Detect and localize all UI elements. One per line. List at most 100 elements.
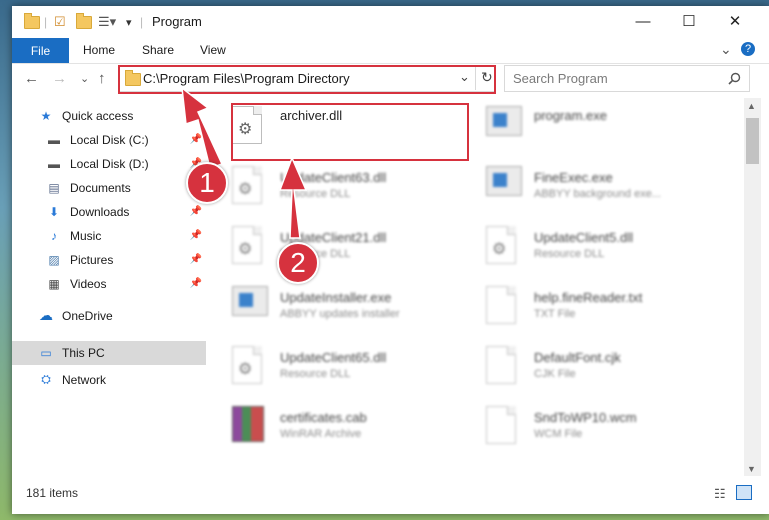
new-folder-icon[interactable] [76, 12, 92, 31]
dll-file-icon: ⚙ [232, 346, 264, 384]
sidebar-item-music[interactable]: ♪ Music 📌 [12, 224, 206, 247]
file-item[interactable]: ⚙ UpdateClient5.dll Resource DLL [466, 218, 706, 274]
star-icon: ★ [40, 108, 52, 123]
pin-icon[interactable]: 📌 [190, 278, 202, 289]
sidebar-item-videos[interactable]: ▦ Videos 📌 [12, 272, 206, 295]
exe-file-icon [486, 106, 522, 144]
forward-button[interactable]: → [52, 70, 67, 87]
network-icon: ⛭ [41, 372, 51, 386]
maximize-button[interactable]: ☐ [666, 6, 712, 36]
dll-file-icon: ⚙ [232, 166, 264, 204]
sidebar-item-label: Pictures [70, 252, 114, 267]
large-icons-view-icon[interactable] [736, 485, 752, 500]
videos-icon: ▦ [48, 276, 60, 291]
computer-icon: ▭ [40, 346, 52, 360]
tab-share[interactable]: Share [142, 43, 174, 57]
sidebar-item-label: OneDrive [62, 308, 113, 323]
vertical-scrollbar[interactable]: ▲ ▼ [744, 98, 761, 476]
sidebar-item-downloads[interactable]: ⬇ Downloads 📌 [12, 200, 206, 223]
file-name: UpdateClient5.dll [534, 230, 634, 245]
properties-icon[interactable]: ☑ [54, 13, 66, 31]
sidebar-item-label: Network [62, 372, 107, 387]
file-type: Resource DLL [280, 188, 351, 200]
file-type: WCM File [534, 428, 583, 440]
exe-file-icon [232, 286, 268, 324]
file-item[interactable]: help.fineReader.txt TXT File [466, 278, 706, 334]
pin-icon[interactable]: 📌 [190, 230, 202, 241]
file-item[interactable]: ⚙ UpdateClient65.dll Resource DLL [212, 338, 452, 394]
minimize-button[interactable]: — [620, 6, 666, 36]
sidebar-item-local-disk-c[interactable]: ▬ Local Disk (C:) 📌 [12, 128, 206, 151]
file-item[interactable]: UpdateInstaller.exe ABBYY updates instal… [212, 278, 452, 334]
generic-file-icon [486, 406, 518, 444]
file-item[interactable]: ⚙ UpdateClient63.dll Resource DLL [212, 158, 452, 214]
file-type: WinRAR Archive [280, 428, 362, 440]
sidebar-item-pictures[interactable]: ▨ Pictures 📌 [12, 248, 206, 271]
navigation-pane: ★ Quick access ▬ Local Disk (C:) 📌 ▬ Loc… [12, 98, 206, 478]
tab-file[interactable]: File [12, 38, 69, 63]
file-type: ABBYY background exe... [534, 188, 661, 200]
pin-icon[interactable]: 📌 [190, 206, 202, 217]
search-input[interactable]: Search Program [513, 71, 608, 86]
documents-icon: ▤ [48, 180, 60, 195]
file-item-program-exe[interactable]: program.exe [466, 98, 706, 154]
drive-icon: ▬ [48, 132, 60, 147]
scroll-up-icon[interactable]: ▲ [747, 101, 756, 111]
sidebar-item-label: Videos [70, 276, 107, 291]
file-type: ABBYY updates installer [280, 308, 400, 320]
sidebar-item-onedrive[interactable]: ☁ OneDrive [12, 304, 206, 327]
search-icon[interactable] [728, 72, 741, 85]
file-name: UpdateClient63.dll [280, 170, 387, 185]
back-button[interactable]: ← [24, 70, 39, 87]
up-button[interactable]: ↑ [98, 70, 106, 87]
sidebar-item-quick-access[interactable]: ★ Quick access [12, 104, 206, 127]
sidebar-item-local-disk-d[interactable]: ▬ Local Disk (D:) 📌 [12, 152, 206, 175]
customize-toolbar-icon[interactable]: ▾ [126, 13, 132, 31]
view-options-icon[interactable]: ☰▾ [98, 13, 116, 31]
address-highlight-box [118, 65, 496, 94]
download-icon: ⬇ [48, 204, 60, 219]
scroll-down-icon[interactable]: ▼ [747, 464, 756, 474]
file-name: program.exe [534, 108, 607, 123]
scrollbar-thumb[interactable] [746, 118, 759, 164]
step-badge-2: 2 [277, 242, 319, 284]
tab-view[interactable]: View [200, 43, 226, 57]
sidebar-item-network[interactable]: ⛭ Network [12, 368, 206, 391]
recent-locations-button[interactable]: ⌄ [80, 72, 89, 85]
generic-file-icon [486, 346, 518, 384]
cloud-icon: ☁ [39, 307, 53, 323]
file-item[interactable]: DefaultFont.cjk CJK File [466, 338, 706, 394]
file-item[interactable]: ⚙ UpdateClient21.dll Resource DLL [212, 218, 452, 274]
text-file-icon [486, 286, 518, 324]
sidebar-item-label: Music [70, 228, 102, 243]
status-bar: 181 items ☷ [12, 482, 769, 508]
help-icon[interactable]: ? [741, 42, 755, 56]
file-item[interactable]: certificates.cab WinRAR Archive [212, 398, 452, 454]
window-title: Program [152, 14, 202, 29]
sidebar-item-label: Local Disk (D:) [70, 156, 149, 171]
expand-ribbon-icon[interactable]: ⌄ [720, 41, 732, 58]
ribbon-tabs: File Home Share View ⌄ ? [12, 38, 769, 64]
file-name: FineExec.exe [534, 170, 613, 185]
file-item[interactable]: FineExec.exe ABBYY background exe... [466, 158, 706, 214]
sidebar-item-label: Downloads [70, 204, 130, 219]
pin-icon[interactable]: 📌 [190, 254, 202, 265]
tab-home[interactable]: Home [83, 43, 115, 57]
file-type: Resource DLL [534, 248, 605, 260]
pictures-icon: ▨ [48, 252, 60, 267]
search-box[interactable]: Search Program [504, 65, 750, 92]
details-view-icon[interactable]: ☷ [714, 486, 726, 502]
archive-file-icon [232, 406, 264, 444]
drive-icon: ▬ [48, 156, 60, 171]
file-highlight-box [231, 103, 469, 161]
close-button[interactable]: ✕ [712, 6, 758, 36]
pin-icon[interactable]: 📌 [190, 134, 202, 145]
sidebar-item-documents[interactable]: ▤ Documents 📌 [12, 176, 206, 199]
file-name: certificates.cab [280, 410, 367, 425]
file-type: Resource DLL [280, 368, 351, 380]
file-name: SndToWP10.wcm [534, 410, 637, 425]
sidebar-item-label: This PC [62, 346, 105, 360]
sidebar-item-this-pc[interactable]: ▭ This PC [12, 341, 206, 365]
file-item[interactable]: SndToWP10.wcm WCM File [466, 398, 706, 454]
dll-file-icon: ⚙ [486, 226, 518, 264]
